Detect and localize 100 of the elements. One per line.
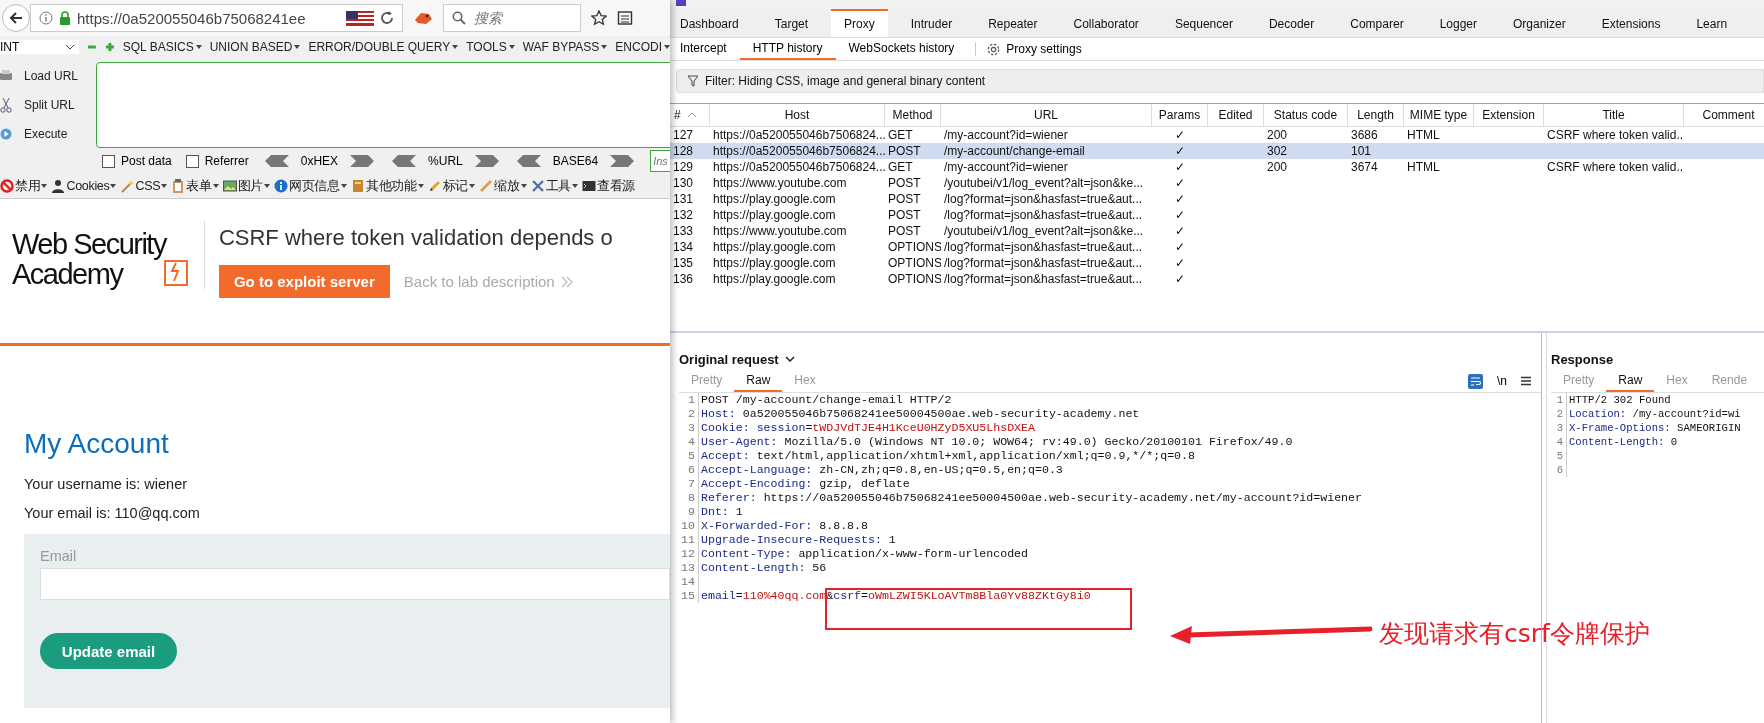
account-info: Your email is: 110@qq.com <box>24 505 201 521</box>
main-tab[interactable]: Learn <box>1683 9 1741 37</box>
execute-button[interactable]: Execute <box>0 125 96 142</box>
main-tab[interactable]: Extensions <box>1588 9 1674 37</box>
filter-bar[interactable]: Filter: Hiding CSS, image and general binary content <box>676 69 1764 93</box>
chevron-down-icon[interactable] <box>784 356 795 362</box>
code-line: Content-Length: 56 <box>700 561 827 575</box>
toolbar-menu[interactable]: 禁用 <box>0 177 48 195</box>
line-number: 3 <box>1551 421 1567 435</box>
table-cell: https://play.google.com <box>713 240 836 254</box>
column-header[interactable]: Host <box>710 104 885 126</box>
load-url-button[interactable]: Load URL <box>0 68 96 85</box>
menu-button[interactable]: ENCODI <box>615 40 670 54</box>
main-tab[interactable]: Logger <box>1426 9 1490 37</box>
main-tab[interactable]: Intruder <box>897 9 966 37</box>
column-header[interactable]: Edited <box>1208 104 1264 126</box>
table-row[interactable]: 132 https://play.google.com POST /log?format=json&hasfast=true&aut... ✓ <box>670 207 1764 223</box>
menu-button[interactable]: ERROR/DOUBLE QUERY <box>308 40 459 54</box>
table-row[interactable]: 131 https://play.google.com POST /log?format=json&hasfast=true&aut... ✓ <box>670 191 1764 207</box>
main-tab[interactable]: Target <box>761 9 822 37</box>
sub-tab[interactable]: Intercept <box>670 38 740 60</box>
table-cell: 3674 <box>1351 160 1378 174</box>
editor-tab[interactable]: Raw <box>1606 370 1655 392</box>
star-icon[interactable] <box>591 10 607 26</box>
plus-icon[interactable] <box>104 42 115 52</box>
list-icon[interactable] <box>617 10 633 26</box>
right-arrow-icon[interactable] <box>350 155 377 167</box>
main-tab[interactable]: Dashboard <box>670 9 752 37</box>
toolbar-menu[interactable]: CSS <box>120 179 168 193</box>
column-header[interactable]: Status code <box>1264 104 1348 126</box>
table-row[interactable]: 129 https://0a520055046b7506824... GET /my-account?id=wiener ✓ 200 3674 HTML CSRF where token valid... <box>670 159 1764 175</box>
table-cell: GET <box>888 128 913 142</box>
column-header[interactable]: MIME type <box>1404 104 1474 126</box>
column-header[interactable]: Length <box>1348 104 1404 126</box>
table-cell: https://play.google.com <box>713 256 836 270</box>
email-field[interactable] <box>40 568 670 600</box>
column-header[interactable]: Title <box>1544 104 1684 126</box>
menu-button[interactable]: UNION BASED <box>209 40 301 54</box>
table-row[interactable]: 130 https://www.youtube.com POST /youtubei/v1/log_event?alt=json&ke... ✓ <box>670 175 1764 191</box>
split-url-button[interactable]: Split URL <box>0 97 96 113</box>
toolbar-menu[interactable]: 表单 <box>171 177 219 195</box>
extension-icon[interactable] <box>413 10 433 26</box>
wrap-icon[interactable] <box>1468 373 1483 389</box>
right-arrow-icon[interactable] <box>474 155 501 167</box>
reload-icon[interactable] <box>380 11 394 25</box>
main-tab[interactable]: Sequencer <box>1161 9 1246 37</box>
checkbox-option[interactable]: Referrer <box>185 154 249 168</box>
newline-toggle[interactable]: \n <box>1497 374 1507 388</box>
address-bar[interactable]: https://0a520055046b75068241ee <box>30 4 403 32</box>
type-select[interactable]: INT <box>0 40 79 54</box>
table-row[interactable]: 134 https://play.google.com OPTIONS /log?format=json&hasfast=true&aut... ✓ <box>670 239 1764 255</box>
sub-tab[interactable]: HTTP history <box>739 38 836 60</box>
table-cell: 129 <box>673 160 694 174</box>
editor-tab[interactable]: Raw <box>734 370 783 392</box>
toolbar-menu[interactable]: 工具 <box>530 177 578 195</box>
left-arrow-icon[interactable] <box>390 155 417 167</box>
toolbar-menu[interactable]: 查看源 <box>581 177 636 195</box>
main-tab[interactable]: Proxy <box>831 9 888 37</box>
main-tab[interactable]: Comparer <box>1337 9 1417 37</box>
column-header[interactable]: Comment <box>1684 104 1764 126</box>
main-tab[interactable]: Organizer <box>1500 9 1579 37</box>
insert-field[interactable]: Ins <box>650 150 670 172</box>
table-cell: HTML <box>1407 160 1440 174</box>
main-tab[interactable]: Collaborator <box>1060 9 1152 37</box>
table-row[interactable]: 136 https://play.google.com OPTIONS /log?format=json&hasfast=true&aut... ✓ <box>670 271 1764 287</box>
table-row[interactable]: 128 https://0a520055046b7506824... POST /my-account/change-email ✓ 302 101 <box>670 143 1764 159</box>
menu-button[interactable]: TOOLS <box>466 40 515 54</box>
column-header[interactable]: # <box>670 104 710 126</box>
logo[interactable]: Web Security Academy <box>0 221 205 289</box>
pane-title: Original request <box>679 351 779 367</box>
clipboard-icon <box>171 179 186 193</box>
account-info: Your username is: wiener <box>24 476 189 492</box>
menu-button[interactable]: WAF BYPASS <box>522 40 608 54</box>
url-input[interactable] <box>96 62 670 148</box>
search-field[interactable]: 搜索 <box>443 4 581 32</box>
proxy-settings-button[interactable]: Proxy settings <box>986 41 1082 57</box>
code-line: POST /my-account/change-email HTTP/2 <box>700 393 952 407</box>
main-tab[interactable]: Decoder <box>1255 9 1328 37</box>
column-header[interactable]: Extension <box>1474 104 1544 126</box>
toolbar-menu[interactable]: 缩放 <box>479 177 527 195</box>
toolbar-menu[interactable]: Cookies <box>51 179 117 193</box>
toolbar-menu[interactable]: 标记 <box>427 177 476 195</box>
toolbar-menu[interactable]: 图片 <box>222 177 271 195</box>
column-header[interactable]: Method <box>885 104 941 126</box>
back-button[interactable] <box>2 4 30 32</box>
main-tab[interactable]: Repeater <box>975 9 1051 37</box>
table-row[interactable]: 135 https://play.google.com OPTIONS /log?format=json&hasfast=true&aut... ✓ <box>670 255 1764 271</box>
sub-tab[interactable]: WebSockets history <box>835 38 968 60</box>
column-header[interactable]: URL <box>941 104 1152 126</box>
toolbar-menu[interactable]: 网页信息 <box>274 177 347 195</box>
table-row[interactable]: 127 https://0a520055046b7506824... GET /my-account?id=wiener ✓ 200 3686 HTML CSRF where token valid... <box>670 127 1764 143</box>
menu-button[interactable]: SQL BASICS <box>122 40 202 54</box>
column-header[interactable]: Params <box>1152 104 1208 126</box>
toolbar-menu[interactable]: 其他功能 <box>350 177 424 195</box>
right-arrow-icon[interactable] <box>610 155 637 167</box>
menu-icon[interactable] <box>1521 376 1531 386</box>
table-row[interactable]: 133 https://www.youtube.com POST /youtubei/v1/log_event?alt=json&ke... ✓ <box>670 223 1764 239</box>
line-number: 12 <box>679 547 699 561</box>
checkbox-option[interactable]: Post data <box>102 154 172 168</box>
table-cell: ✓ <box>1175 144 1185 158</box>
